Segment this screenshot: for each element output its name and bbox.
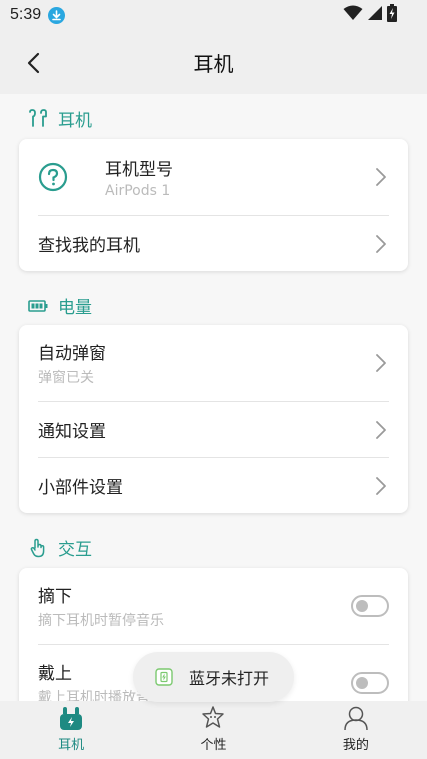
section-interaction-label: 交互 [58,540,92,560]
earbud-model-texts: 耳机型号 AirPods 1 [105,155,173,199]
page-title: 耳机 [193,51,234,76]
battery-charging-icon [387,4,397,26]
bluetooth-off-toast: 蓝牙未打开 [133,652,294,702]
chevron-right-icon [376,354,386,372]
remove-earbud-texts: 摘下 摘下耳机时暂停音乐 [38,582,164,630]
status-bar: 5:39 [0,0,427,30]
nav-label-earbuds: 耳机 [58,738,85,753]
chevron-right-icon [376,420,386,439]
widget-settings-title: 小部件设置 [38,478,123,498]
section-interaction-title: 交互 [28,535,92,560]
nav-tab-personalize[interactable]: 个性 [142,701,284,759]
app-icon [155,668,173,686]
bottom-nav: 耳机 个性 我的 [0,701,427,759]
back-button[interactable] [18,48,48,78]
battery-card: 自动弹窗 弹窗已关 通知设置 小部件设置 [19,325,408,513]
notification-settings-row[interactable]: 通知设置 [38,401,389,457]
chevron-right-icon [376,168,386,186]
find-earbuds-title: 查找我的耳机 [38,236,140,256]
chevron-right-icon [376,476,386,495]
app-screen: 5:39 耳机 耳机 耳机型号 AirPods 1 查找我的耳机 电量 自动弹窗… [0,0,427,759]
user-icon [342,704,370,732]
battery-icon [28,296,48,316]
notification-settings-title: 通知设置 [38,422,106,442]
chevron-right-icon [376,234,386,253]
status-time: 5:39 [10,6,42,23]
earbuds-icon [28,108,48,129]
auto-popup-row[interactable]: 自动弹窗 弹窗已关 [38,325,389,401]
wifi-icon [343,5,363,25]
nav-label-personalize: 个性 [200,738,227,753]
earbud-model-row[interactable]: 耳机型号 AirPods 1 [38,139,389,215]
settings-content[interactable]: 耳机 耳机型号 AirPods 1 查找我的耳机 电量 自动弹窗 弹窗已关 通知… [0,94,427,701]
find-earbuds-row[interactable]: 查找我的耳机 [38,215,389,271]
earbud-model-value: AirPods 1 [105,183,171,199]
toggle-knob [356,676,368,689]
section-earbuds-title: 耳机 [28,106,92,131]
top-bar: 耳机 [0,30,427,94]
nav-tab-profile[interactable]: 我的 [285,701,427,759]
remove-earbud-title: 摘下 [38,587,72,607]
nav-tab-earbuds[interactable]: 耳机 [0,701,142,759]
auto-popup-title: 自动弹窗 [38,344,106,364]
remove-earbud-description: 摘下耳机时暂停音乐 [38,613,164,629]
section-battery-label: 电量 [58,298,92,318]
earbuds-case-icon [57,704,85,732]
star-face-icon [199,704,227,732]
remove-earbud-toggle[interactable] [351,595,389,617]
download-icon [48,6,66,24]
widget-settings-row[interactable]: 小部件设置 [38,457,389,513]
signal-icon [367,5,383,25]
wear-earbud-toggle[interactable] [351,671,389,694]
toast-text: 蓝牙未打开 [189,669,270,688]
nav-label-profile: 我的 [342,738,369,753]
auto-popup-texts: 自动弹窗 弹窗已关 [38,339,106,387]
help-circle-icon [38,162,68,192]
remove-earbud-row: 摘下 摘下耳机时暂停音乐 [38,568,389,644]
section-battery-title: 电量 [28,293,92,318]
chevron-left-icon [27,52,40,74]
tap-gesture-icon [28,538,48,558]
section-earbuds-label: 耳机 [58,111,92,131]
status-icons [343,4,397,26]
toggle-knob [356,600,368,612]
auto-popup-status: 弹窗已关 [38,370,94,386]
earbuds-card: 耳机型号 AirPods 1 查找我的耳机 [19,139,408,271]
earbud-model-title: 耳机型号 [105,160,173,180]
